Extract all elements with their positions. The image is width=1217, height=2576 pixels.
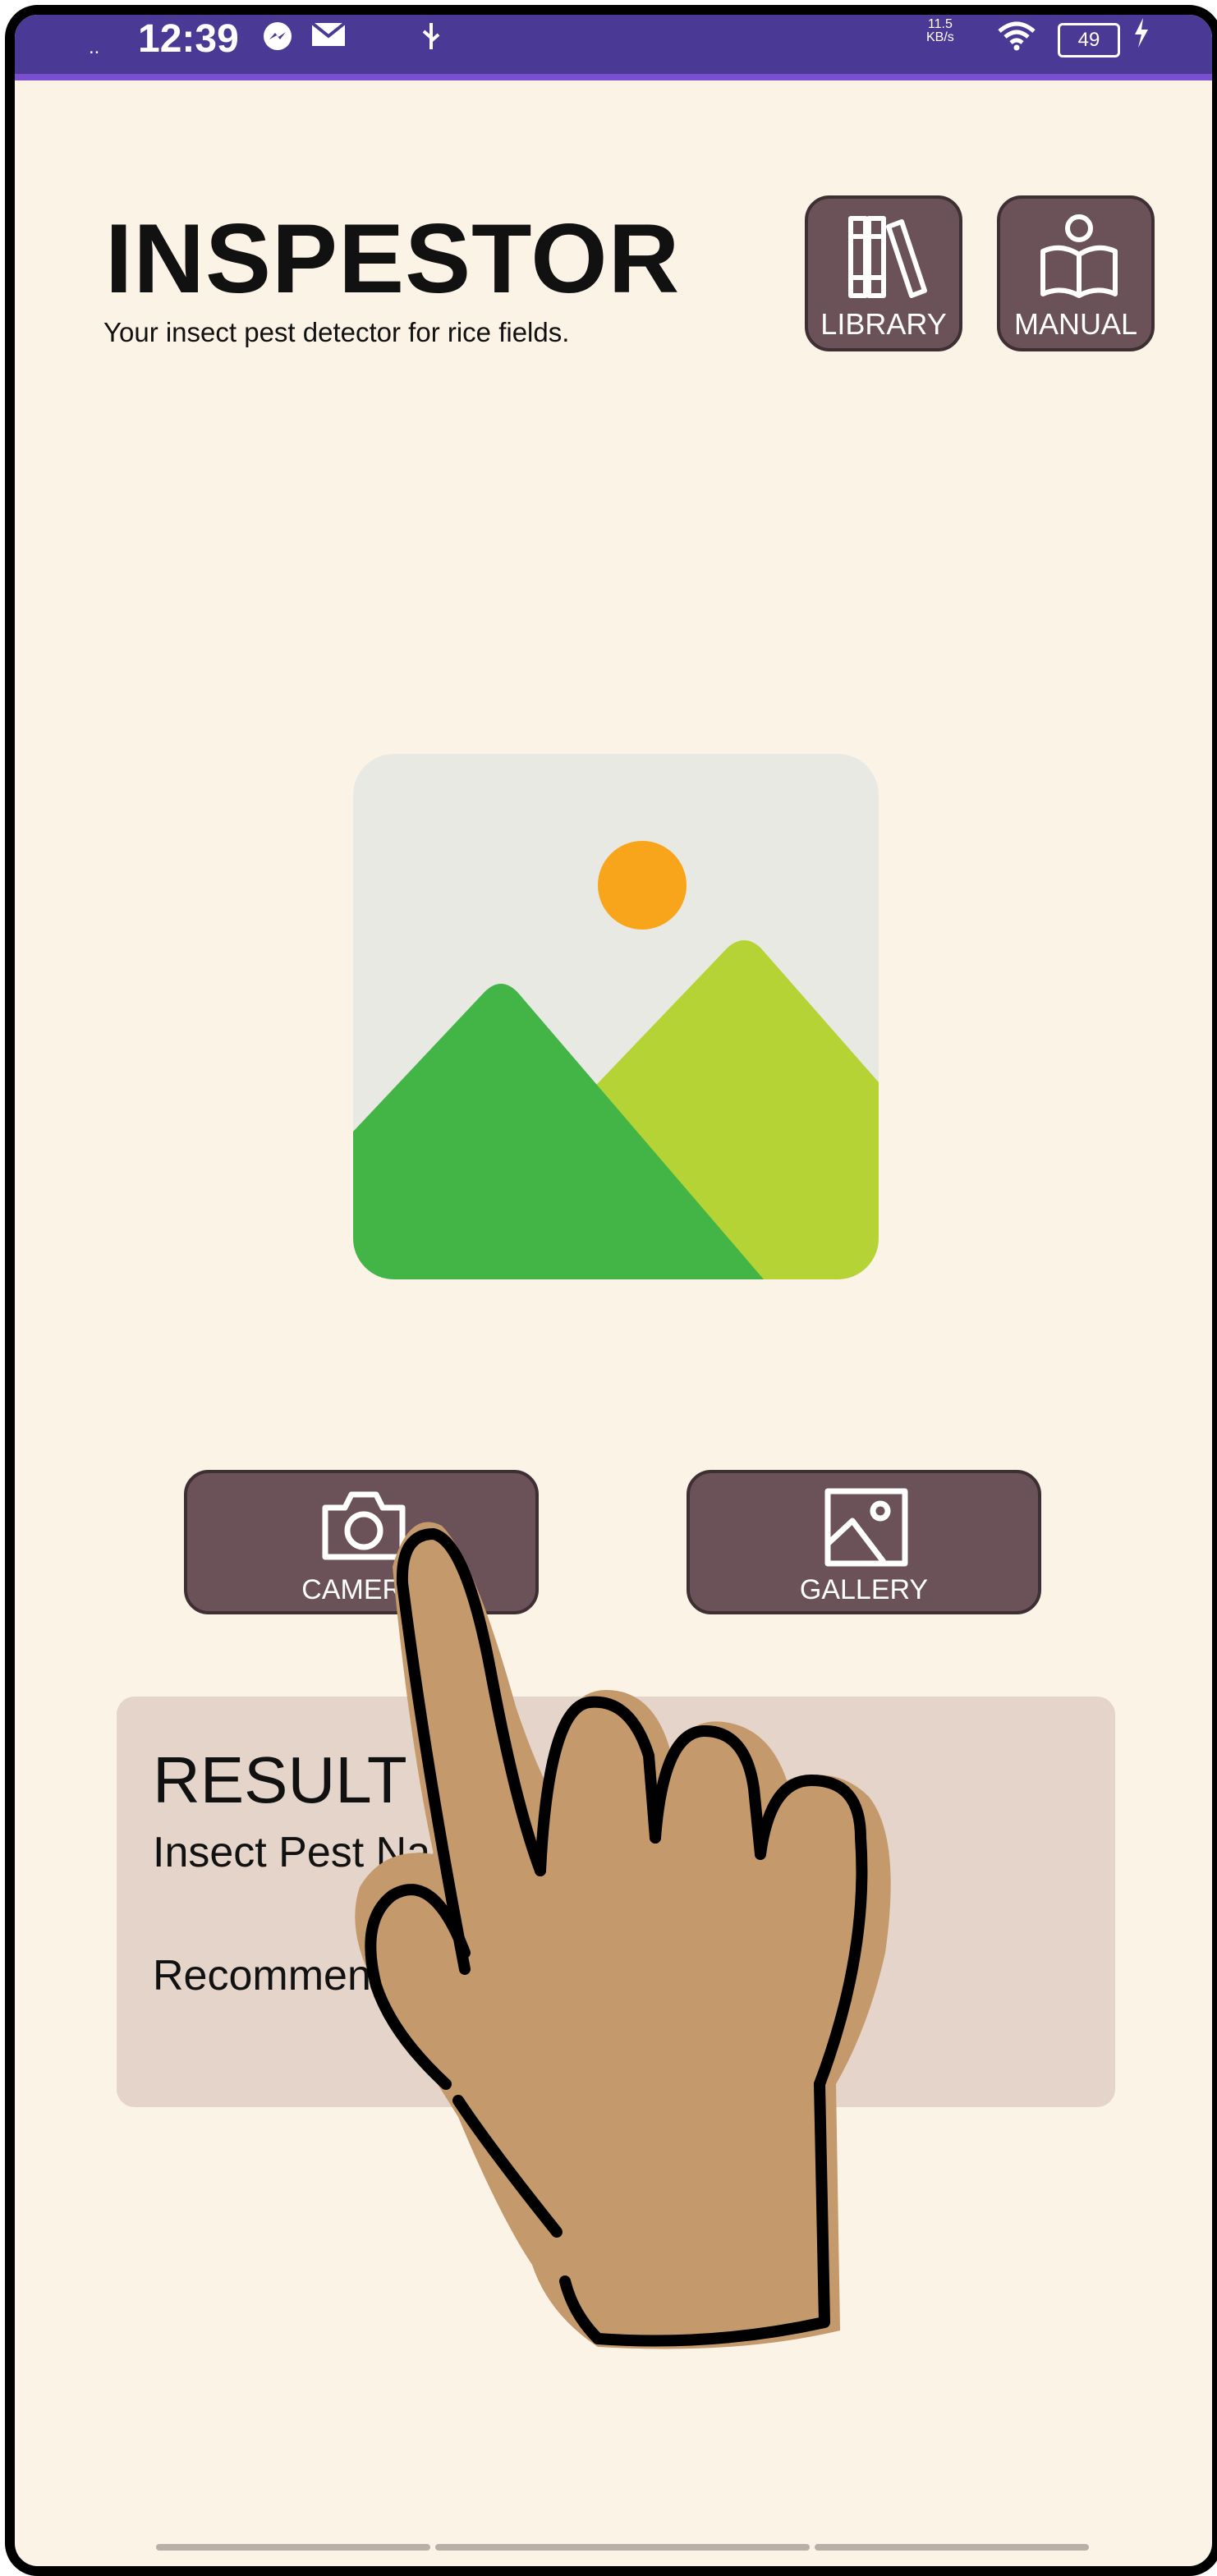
manual-icon (1040, 214, 1118, 298)
status-bar-divider (15, 74, 1212, 80)
battery-icon: 49 (1058, 23, 1120, 57)
status-bar: .. 12:39 11.5 KB/s 49 (15, 15, 1212, 74)
nav-bar-segment (156, 2544, 430, 2551)
library-icon (848, 216, 927, 298)
nav-bar-segment (435, 2544, 810, 2551)
wifi-icon (996, 20, 1037, 61)
app-title: INSPESTOR (105, 204, 681, 314)
mail-icon (310, 20, 347, 57)
status-time: 12:39 (138, 17, 239, 61)
network-speed: 11.5 KB/s (926, 17, 954, 44)
library-label: LIBRARY (820, 307, 947, 341)
usb-icon (419, 20, 443, 61)
messenger-icon (261, 20, 294, 61)
nav-bar-segment (815, 2544, 1089, 2551)
image-placeholder-icon (353, 754, 879, 1279)
manual-label: MANUAL (1013, 307, 1138, 341)
phone-frame: .. 12:39 11.5 KB/s 49 INSPESTOR Your ins… (5, 5, 1217, 2576)
library-button[interactable]: LIBRARY (805, 195, 962, 351)
charging-icon (1132, 16, 1151, 57)
app-subtitle: Your insect pest detector for rice field… (103, 317, 570, 347)
signal-icon: .. (89, 36, 100, 58)
manual-button[interactable]: MANUAL (997, 195, 1155, 351)
pointing-hand-icon (355, 1522, 891, 2349)
